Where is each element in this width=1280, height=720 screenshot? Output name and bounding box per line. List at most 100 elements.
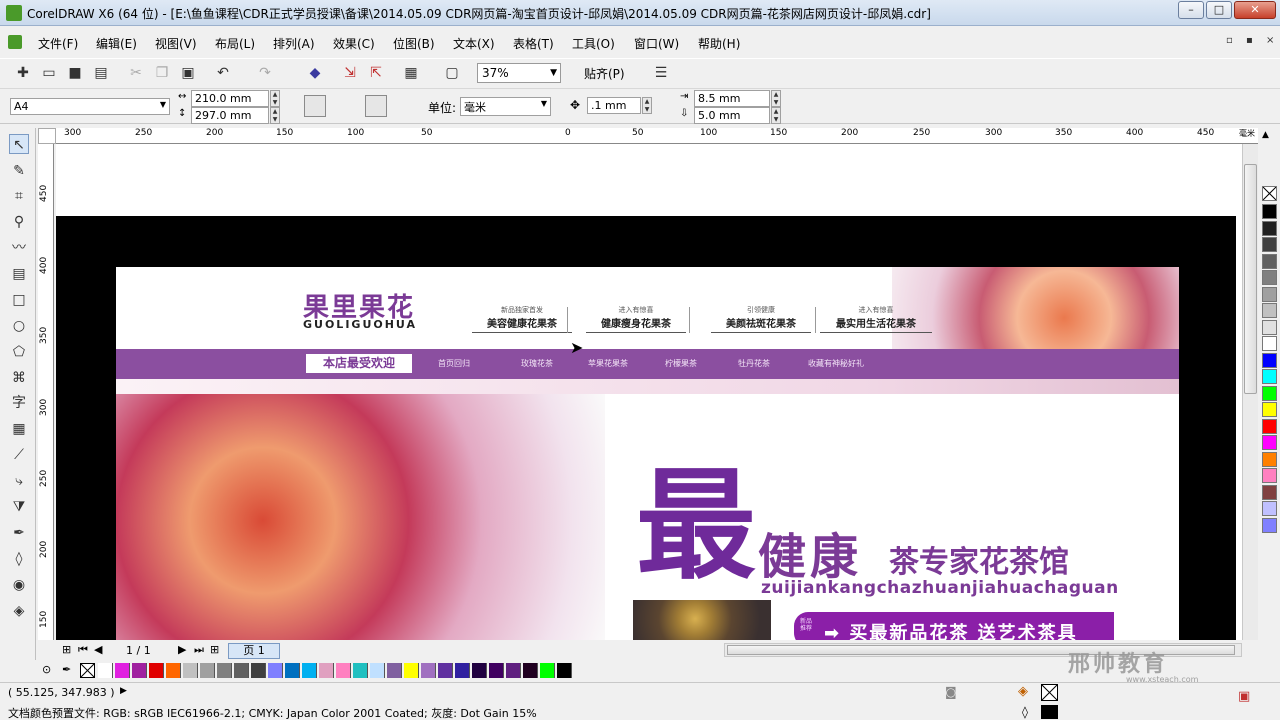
color-swatch[interactable] xyxy=(217,663,232,678)
page-height-field[interactable]: 297.0 mm xyxy=(191,107,269,124)
nav-link[interactable]: 首页回归 xyxy=(438,358,470,369)
welcome-badge[interactable]: 本店最受欢迎 xyxy=(306,354,412,373)
dup-y-spinner[interactable]: ▲ ▼ xyxy=(771,107,781,124)
palette-expand-icon[interactable]: ⊙ xyxy=(42,663,51,676)
copy-icon[interactable]: ❐ xyxy=(153,64,171,82)
polygon-tool-icon[interactable]: ⬠ xyxy=(9,342,29,362)
color-swatch[interactable] xyxy=(1262,418,1277,434)
width-spinner[interactable]: ▲ ▼ xyxy=(270,90,280,107)
menu-window[interactable]: 窗口(W) xyxy=(634,35,679,52)
nav-link[interactable]: 收藏有神秘好礼 xyxy=(808,358,864,369)
nav-link[interactable]: 苹果花果茶 xyxy=(588,358,628,369)
color-swatch[interactable] xyxy=(489,663,504,678)
next-page-icon[interactable]: ▶ xyxy=(178,643,186,656)
color-swatch[interactable] xyxy=(370,663,385,678)
color-swatch[interactable] xyxy=(1262,204,1277,219)
color-swatch[interactable] xyxy=(404,663,419,678)
menu-tools[interactable]: 工具(O) xyxy=(572,35,615,52)
document-icon[interactable] xyxy=(8,35,22,49)
tea-shop-webpage-design[interactable]: 果里果花 GUOLIGUOHUA 新品独家首发 美容健康花果茶 进入有惊喜 健康… xyxy=(116,267,1179,640)
app-launcher-icon[interactable]: ▦ xyxy=(402,64,420,82)
color-swatch[interactable] xyxy=(166,663,181,678)
color-swatch[interactable] xyxy=(268,663,283,678)
duplicate-x-field[interactable]: 8.5 mm xyxy=(694,90,770,107)
print-icon[interactable]: ▤ xyxy=(92,64,110,82)
import-icon[interactable]: ⇲ xyxy=(341,64,359,82)
color-swatch[interactable] xyxy=(183,663,198,678)
eyedropper-icon[interactable]: ✒ xyxy=(62,663,71,676)
vertical-scrollbar[interactable] xyxy=(1242,144,1258,640)
color-swatch[interactable] xyxy=(421,663,436,678)
color-swatch[interactable] xyxy=(1262,237,1277,252)
menu-effects[interactable]: 效果(C) xyxy=(333,35,375,52)
landscape-button[interactable] xyxy=(330,95,352,117)
fill-none-indicator[interactable] xyxy=(1041,684,1058,701)
first-page-icon[interactable]: ⏮ xyxy=(78,643,88,657)
paste-icon[interactable]: ▣ xyxy=(179,64,197,82)
color-swatch[interactable] xyxy=(1262,336,1277,351)
shape-tool-icon[interactable]: ✎ xyxy=(9,161,29,181)
outline-color-indicator[interactable] xyxy=(1041,705,1058,719)
color-swatch[interactable] xyxy=(472,663,487,678)
color-swatch[interactable] xyxy=(1262,484,1277,500)
redo-icon[interactable]: ↷ xyxy=(256,64,274,82)
smart-fill-icon[interactable]: ▤ xyxy=(9,264,29,284)
color-swatch[interactable] xyxy=(149,663,164,678)
doc-minimize-button[interactable]: ▫ xyxy=(1226,35,1233,46)
portrait-button[interactable] xyxy=(304,95,326,117)
options-icon[interactable]: ☰ xyxy=(652,64,670,82)
color-swatch[interactable] xyxy=(1262,451,1277,467)
color-swatch[interactable] xyxy=(438,663,453,678)
nudge-distance-field[interactable]: .1 mm xyxy=(587,97,641,114)
color-swatch[interactable] xyxy=(387,663,402,678)
color-swatch[interactable] xyxy=(1262,220,1277,236)
pick-tool-icon[interactable]: ↖ xyxy=(9,134,29,154)
menu-bitmaps[interactable]: 位图(B) xyxy=(393,35,435,52)
add-page-icon[interactable]: ⊞ xyxy=(62,643,71,656)
category-link[interactable]: 新品独家首发 美容健康花果茶 xyxy=(472,305,572,333)
all-pages-button[interactable] xyxy=(365,95,387,117)
maximize-button[interactable]: □ xyxy=(1206,1,1232,19)
nudge-spinner[interactable]: ▲ ▼ xyxy=(642,97,652,114)
last-page-icon[interactable]: ⏭ xyxy=(194,643,204,657)
color-swatch[interactable] xyxy=(234,663,249,678)
doc-restore-button[interactable]: ▪ xyxy=(1246,35,1253,46)
open-icon[interactable]: ▭ xyxy=(40,64,58,82)
save-icon[interactable]: ■ xyxy=(66,64,84,82)
zoom-level-select[interactable]: 37% ▼ xyxy=(477,63,561,83)
hero-big-character[interactable]: 最 xyxy=(636,467,756,587)
height-spinner[interactable]: ▲ ▼ xyxy=(270,107,280,124)
interactive-fill-icon[interactable]: ◈ xyxy=(9,601,29,621)
hero-specialty-text[interactable]: 茶专家花茶馆 xyxy=(889,537,1069,581)
category-link[interactable]: 进入有惊喜 健康瘦身花果茶 xyxy=(586,305,686,333)
shop-nav-bar[interactable]: 本店最受欢迎 首页回归 玫瑰花茶 苹果花果茶 柠檬果茶 牡丹花茶 收藏有神秘好礼 xyxy=(116,349,1179,379)
color-swatch[interactable] xyxy=(319,663,334,678)
corel-connect-icon[interactable]: ▣ xyxy=(1238,689,1250,704)
vertical-ruler[interactable]: 450 400 350 300 250 200 150 xyxy=(38,144,54,640)
color-swatch[interactable] xyxy=(1262,385,1277,401)
nav-link[interactable]: 牡丹花茶 xyxy=(738,358,770,369)
menu-layout[interactable]: 布局(L) xyxy=(215,35,255,52)
expand-arrow-icon[interactable]: ▶ xyxy=(120,686,127,696)
duplicate-y-field[interactable]: 5.0 mm xyxy=(694,107,770,124)
undo-icon[interactable]: ↶ xyxy=(214,64,232,82)
dup-x-spinner[interactable]: ▲ ▼ xyxy=(771,90,781,107)
color-swatch[interactable] xyxy=(523,663,538,678)
menu-file[interactable]: 文件(F) xyxy=(38,35,78,52)
page-size-select[interactable]: A4 ▼ xyxy=(10,98,170,115)
color-swatch[interactable] xyxy=(353,663,368,678)
hero-pinyin-text[interactable]: zuijiankangchazhuanjiahuachaguan xyxy=(761,578,1119,598)
interactive-tool-icon[interactable]: ⧩ xyxy=(9,497,29,517)
menu-arrange[interactable]: 排列(A) xyxy=(273,35,315,52)
doc-close-button[interactable]: × xyxy=(1266,35,1274,46)
color-swatch[interactable] xyxy=(1262,319,1277,335)
brand-pinyin[interactable]: GUOLIGUOHUA xyxy=(303,318,417,331)
color-swatch[interactable] xyxy=(285,663,300,678)
search-content-icon[interactable]: ◆ xyxy=(306,64,324,82)
page-width-field[interactable]: 210.0 mm xyxy=(191,90,269,107)
minimize-button[interactable]: – xyxy=(1178,1,1204,19)
color-swatch[interactable] xyxy=(1262,402,1277,417)
menu-text[interactable]: 文本(X) xyxy=(453,35,495,52)
color-swatch[interactable] xyxy=(98,663,113,678)
category-link[interactable]: 进入有惊喜 最实用生活花果茶 xyxy=(820,305,932,333)
